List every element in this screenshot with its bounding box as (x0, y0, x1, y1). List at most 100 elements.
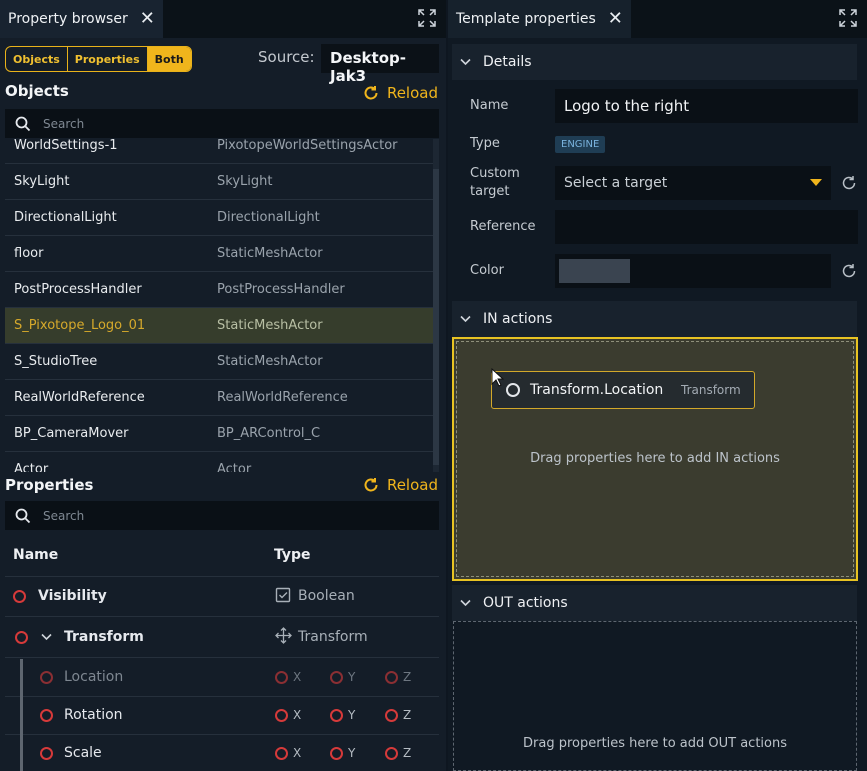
refresh-icon[interactable] (841, 175, 857, 191)
template-properties-panel: Template properties ✕ Details Name Logo … (448, 0, 867, 771)
object-name: Actor (14, 462, 49, 472)
chevron-down-icon (460, 315, 471, 323)
tab-template-properties[interactable]: Template properties ✕ (448, 0, 631, 38)
object-name: S_Pixotope_Logo_01 (14, 318, 146, 333)
list-item[interactable]: SkyLight SkyLight (5, 164, 433, 200)
out-actions-section-header[interactable]: OUT actions (452, 585, 857, 621)
objects-title: Objects (5, 82, 69, 100)
list-item[interactable]: S_StudioTree StaticMeshActor (5, 344, 433, 380)
reference-field[interactable] (555, 210, 858, 244)
object-type: StaticMeshActor (217, 318, 323, 333)
remove-circle-icon[interactable] (330, 671, 343, 684)
type-badge: ENGINE (555, 136, 606, 153)
axis-y-label: Y (348, 670, 356, 684)
axis-x-label: X (293, 708, 302, 722)
property-name: Visibility (38, 588, 107, 604)
remove-circle-icon[interactable] (275, 709, 288, 722)
object-type: StaticMeshActor (217, 354, 323, 369)
column-header-type: Type (274, 547, 311, 563)
table-row[interactable]: Visibility Boolean (5, 577, 439, 617)
remove-circle-icon[interactable] (275, 671, 288, 684)
table-row[interactable]: Transform Transform (5, 618, 439, 658)
object-name: S_StudioTree (14, 354, 98, 369)
property-name: Rotation (64, 707, 123, 723)
object-type: Actor (217, 462, 252, 472)
properties-search-input[interactable]: Search (5, 501, 439, 530)
search-placeholder: Search (43, 508, 85, 523)
axis-x-label: X (293, 746, 302, 760)
scrollbar-thumb[interactable] (433, 169, 439, 465)
objects-search-input[interactable]: Search (5, 109, 439, 138)
section-title: IN actions (483, 311, 553, 327)
name-field[interactable]: Logo to the right (555, 89, 858, 123)
list-item-selected[interactable]: S_Pixotope_Logo_01 StaticMeshActor (5, 308, 433, 344)
object-name: SkyLight (14, 174, 70, 189)
list-item[interactable]: PostProcessHandler PostProcessHandler (5, 272, 433, 308)
objects-reload-button[interactable]: Reload (363, 84, 438, 102)
tab-property-browser[interactable]: Property browser ✕ (0, 0, 163, 38)
close-icon[interactable]: ✕ (608, 10, 623, 28)
property-type: Transform (298, 629, 368, 645)
remove-circle-icon[interactable] (330, 709, 343, 722)
object-type: BP_ARControl_C (217, 426, 321, 441)
reload-label: Reload (386, 476, 438, 494)
search-icon (15, 116, 31, 131)
remove-circle-icon[interactable] (385, 671, 398, 684)
list-item[interactable]: RealWorldReference RealWorldReference (5, 380, 433, 416)
section-title: OUT actions (483, 595, 568, 611)
remove-circle-icon[interactable] (13, 590, 26, 603)
list-item[interactable]: DirectionalLight DirectionalLight (5, 200, 433, 236)
refresh-icon[interactable] (841, 263, 857, 279)
remove-circle-icon[interactable] (40, 747, 53, 760)
tree-guide (20, 735, 23, 771)
column-header-name: Name (13, 547, 59, 563)
toggle-properties[interactable]: Properties (68, 47, 148, 71)
list-item[interactable]: WorldSettings-1 PixotopeWorldSettingsActo… (5, 139, 433, 164)
out-actions-dropzone[interactable]: Drag properties here to add OUT actions (453, 621, 857, 771)
property-browser-panel: Property browser ✕ Objects Properties Bo… (0, 0, 446, 771)
color-field[interactable] (555, 254, 831, 288)
objects-scrollbar[interactable] (433, 139, 439, 472)
remove-circle-icon[interactable] (40, 671, 53, 684)
table-row[interactable]: Location X Y Z (5, 659, 439, 697)
toggle-both[interactable]: Both (147, 47, 191, 71)
dropzone-hint: Drag properties here to add OUT actions (523, 736, 787, 751)
chevron-down-icon[interactable] (41, 633, 52, 641)
maximize-icon[interactable] (418, 9, 436, 27)
color-label: Color (470, 263, 504, 278)
list-item[interactable]: floor StaticMeshActor (5, 236, 433, 272)
remove-circle-icon[interactable] (275, 747, 288, 760)
circle-icon (506, 383, 520, 397)
table-row[interactable]: Rotation X Y Z (5, 697, 439, 735)
details-section-header[interactable]: Details (452, 44, 857, 80)
maximize-icon[interactable] (839, 9, 857, 27)
table-row[interactable]: Scale X Y Z (5, 735, 439, 771)
tab-bar: Property browser ✕ (0, 0, 446, 38)
mouse-cursor-icon (491, 368, 505, 387)
axis-y-label: Y (348, 746, 356, 760)
color-swatch[interactable] (559, 259, 630, 283)
search-placeholder: Search (43, 116, 85, 131)
source-value[interactable]: Desktop-Jak3 (321, 44, 439, 85)
list-item[interactable]: BP_CameraMover BP_ARControl_C (5, 416, 433, 452)
object-name: PostProcessHandler (14, 282, 142, 297)
object-type: SkyLight (217, 174, 273, 189)
list-item[interactable]: Actor Actor (5, 452, 433, 472)
reload-label: Reload (386, 84, 438, 102)
custom-target-select[interactable]: Select a target (555, 166, 831, 200)
source-label: Source: (258, 48, 315, 66)
object-type: StaticMeshActor (217, 246, 323, 261)
close-icon[interactable]: ✕ (140, 10, 155, 28)
search-icon (15, 508, 31, 523)
remove-circle-icon[interactable] (40, 709, 53, 722)
dragged-property-chip[interactable]: Transform.Location Transform (491, 371, 755, 409)
remove-circle-icon[interactable] (15, 631, 28, 644)
in-actions-section-header[interactable]: IN actions (452, 301, 857, 337)
toggle-objects[interactable]: Objects (6, 47, 68, 71)
remove-circle-icon[interactable] (385, 747, 398, 760)
remove-circle-icon[interactable] (385, 709, 398, 722)
reference-label: Reference (470, 219, 536, 234)
properties-reload-button[interactable]: Reload (363, 476, 438, 494)
remove-circle-icon[interactable] (330, 747, 343, 760)
reload-icon (364, 478, 378, 492)
